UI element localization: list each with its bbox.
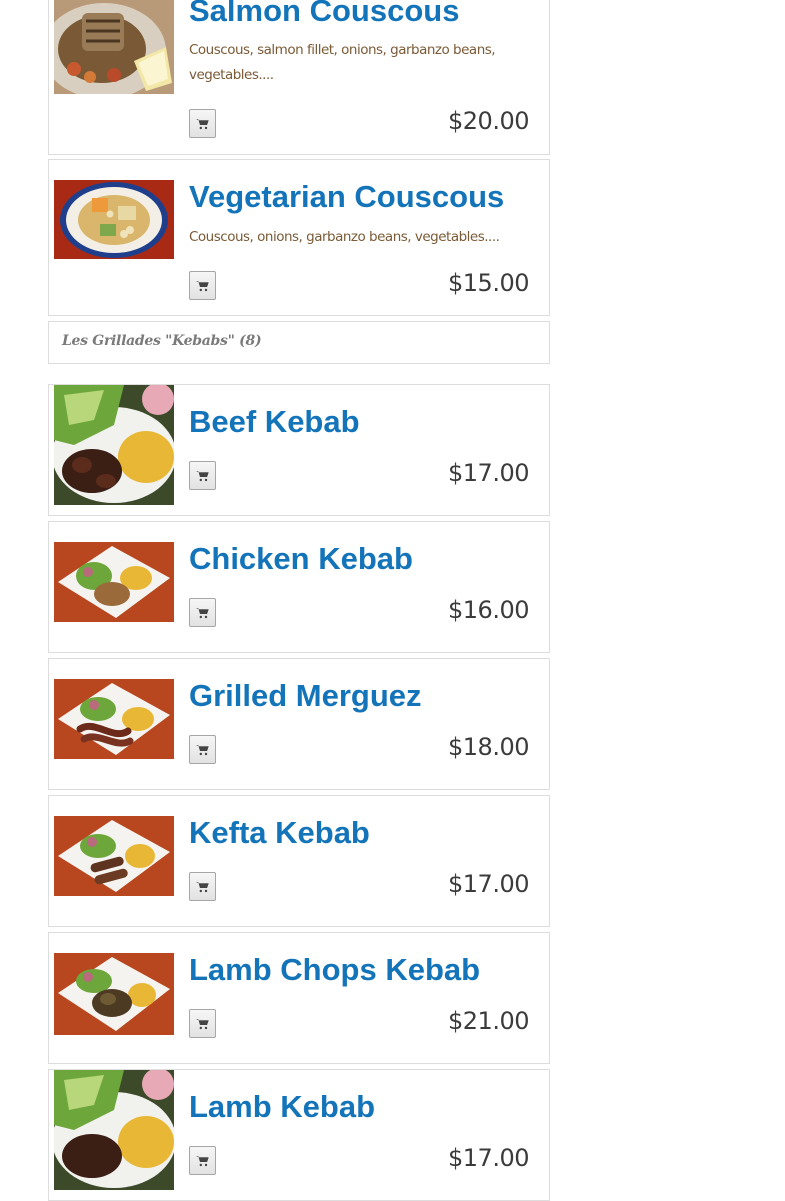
add-to-cart-button[interactable] bbox=[189, 1146, 216, 1175]
add-to-cart-button[interactable] bbox=[189, 271, 216, 300]
menu-item-name[interactable]: Beef Kebab bbox=[189, 404, 360, 440]
menu-item-price: $15.00 bbox=[448, 269, 529, 297]
menu-item-card: Lamb Chops Kebab $21.00 bbox=[48, 932, 550, 1064]
chicken-kebab-photo[interactable] bbox=[54, 542, 174, 622]
shopping-cart-icon bbox=[196, 1155, 209, 1166]
vegetarian-couscous-photo[interactable] bbox=[54, 180, 174, 259]
shopping-cart-icon bbox=[196, 118, 209, 129]
category-label: Les Grillades "Kebabs" (8) bbox=[62, 333, 262, 349]
menu-item-name[interactable]: Grilled Merguez bbox=[189, 678, 422, 714]
add-to-cart-button[interactable] bbox=[189, 872, 216, 901]
shopping-cart-icon bbox=[196, 881, 209, 892]
menu-item-card: Lamb Kebab $17.00 bbox=[48, 1069, 550, 1201]
menu-item-description: Couscous, onions, garbanzo beans, vegeta… bbox=[189, 229, 500, 245]
shopping-cart-icon bbox=[196, 280, 209, 291]
menu-item-name[interactable]: Vegetarian Couscous bbox=[189, 179, 504, 215]
menu-item-card: Grilled Merguez $18.00 bbox=[48, 658, 550, 790]
add-to-cart-button[interactable] bbox=[189, 109, 216, 138]
menu-item-name[interactable]: Chicken Kebab bbox=[189, 541, 413, 577]
menu-item-card: Chicken Kebab $16.00 bbox=[48, 521, 550, 653]
beef-kebab-photo[interactable] bbox=[54, 385, 174, 505]
shopping-cart-icon bbox=[196, 744, 209, 755]
lamb-chops-kebab-photo[interactable] bbox=[54, 953, 174, 1035]
add-to-cart-button[interactable] bbox=[189, 598, 216, 627]
menu-item-name[interactable]: Lamb Chops Kebab bbox=[189, 952, 480, 988]
salmon-couscous-photo[interactable] bbox=[54, 0, 174, 94]
add-to-cart-button[interactable] bbox=[189, 735, 216, 764]
add-to-cart-button[interactable] bbox=[189, 461, 216, 490]
shopping-cart-icon bbox=[196, 470, 209, 481]
menu-item-card: Salmon Couscous Couscous, salmon fillet,… bbox=[48, 0, 550, 155]
kefta-kebab-photo[interactable] bbox=[54, 816, 174, 896]
menu-item-card: Beef Kebab $17.00 bbox=[48, 384, 550, 516]
shopping-cart-icon bbox=[196, 1018, 209, 1029]
menu-item-price: $17.00 bbox=[448, 1144, 529, 1172]
menu-item-price: $17.00 bbox=[448, 459, 529, 487]
shopping-cart-icon bbox=[196, 607, 209, 618]
menu-item-card: Vegetarian Couscous Couscous, onions, ga… bbox=[48, 159, 550, 316]
menu-item-price: $20.00 bbox=[448, 107, 529, 135]
menu-item-name[interactable]: Salmon Couscous bbox=[189, 0, 459, 29]
menu-item-card: Kefta Kebab $17.00 bbox=[48, 795, 550, 927]
menu-item-price: $16.00 bbox=[448, 596, 529, 624]
menu-item-name[interactable]: Lamb Kebab bbox=[189, 1089, 375, 1125]
category-header-kebabs[interactable]: Les Grillades "Kebabs" (8) bbox=[48, 321, 550, 364]
menu-item-price: $18.00 bbox=[448, 733, 529, 761]
add-to-cart-button[interactable] bbox=[189, 1009, 216, 1038]
lamb-kebab-photo[interactable] bbox=[54, 1070, 174, 1190]
menu-item-description: Couscous, salmon fillet, onions, garbanz… bbox=[189, 42, 496, 83]
menu-item-price: $21.00 bbox=[448, 1007, 529, 1035]
grilled-merguez-photo[interactable] bbox=[54, 679, 174, 759]
menu-item-price: $17.00 bbox=[448, 870, 529, 898]
menu-item-name[interactable]: Kefta Kebab bbox=[189, 815, 370, 851]
